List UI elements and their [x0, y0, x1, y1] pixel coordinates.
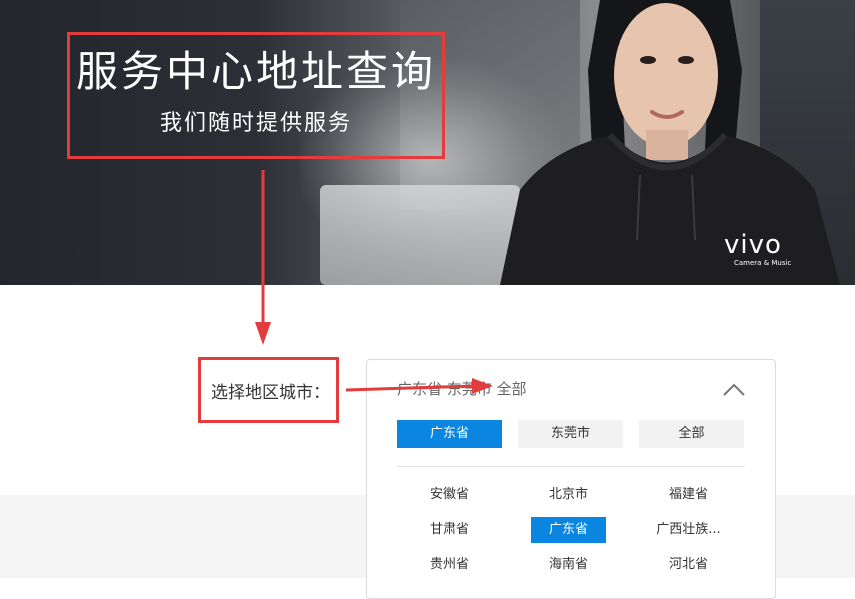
province-option[interactable]: 海南省 — [531, 552, 606, 578]
province-option[interactable]: 河北省 — [651, 552, 726, 578]
tab-district[interactable]: 全部 — [639, 420, 744, 448]
province-option[interactable]: 贵州省 — [412, 552, 487, 578]
province-option[interactable]: 北京市 — [531, 482, 606, 508]
region-selector-panel[interactable]: 广东省 东莞市 全部 广东省 东莞市 全部 安徽省 北京市 福建省 甘肃省 广东… — [366, 359, 776, 599]
province-option[interactable]: 安徽省 — [412, 482, 487, 508]
province-option[interactable]: 广西壮族... — [651, 517, 726, 543]
city-label-annotation-box: 选择地区城市： — [198, 357, 339, 423]
page-subtitle: 我们随时提供服务 — [159, 111, 352, 136]
region-level-tabs: 广东省 东莞市 全部 — [397, 420, 745, 448]
vivo-logo: vivo Camera & Music — [724, 230, 792, 267]
tab-city[interactable]: 东莞市 — [518, 420, 623, 448]
tab-province[interactable]: 广东省 — [397, 420, 502, 448]
title-annotation-box: 服务中心地址查询 我们随时提供服务 — [67, 32, 445, 159]
chevron-up-icon[interactable] — [723, 382, 745, 396]
hero-banner: vivo Camera & Music 服务中心地址查询 我们随时提供服务 — [0, 0, 855, 285]
province-option[interactable]: 甘肃省 — [412, 517, 487, 543]
selected-region-path[interactable]: 广东省 东莞市 全部 — [397, 378, 527, 399]
divider — [397, 466, 745, 467]
province-option-selected[interactable]: 广东省 — [531, 517, 606, 543]
province-option[interactable]: 福建省 — [651, 482, 726, 508]
region-city-label: 选择地区城市： — [211, 383, 330, 403]
page-title: 服务中心地址查询 — [75, 47, 436, 96]
